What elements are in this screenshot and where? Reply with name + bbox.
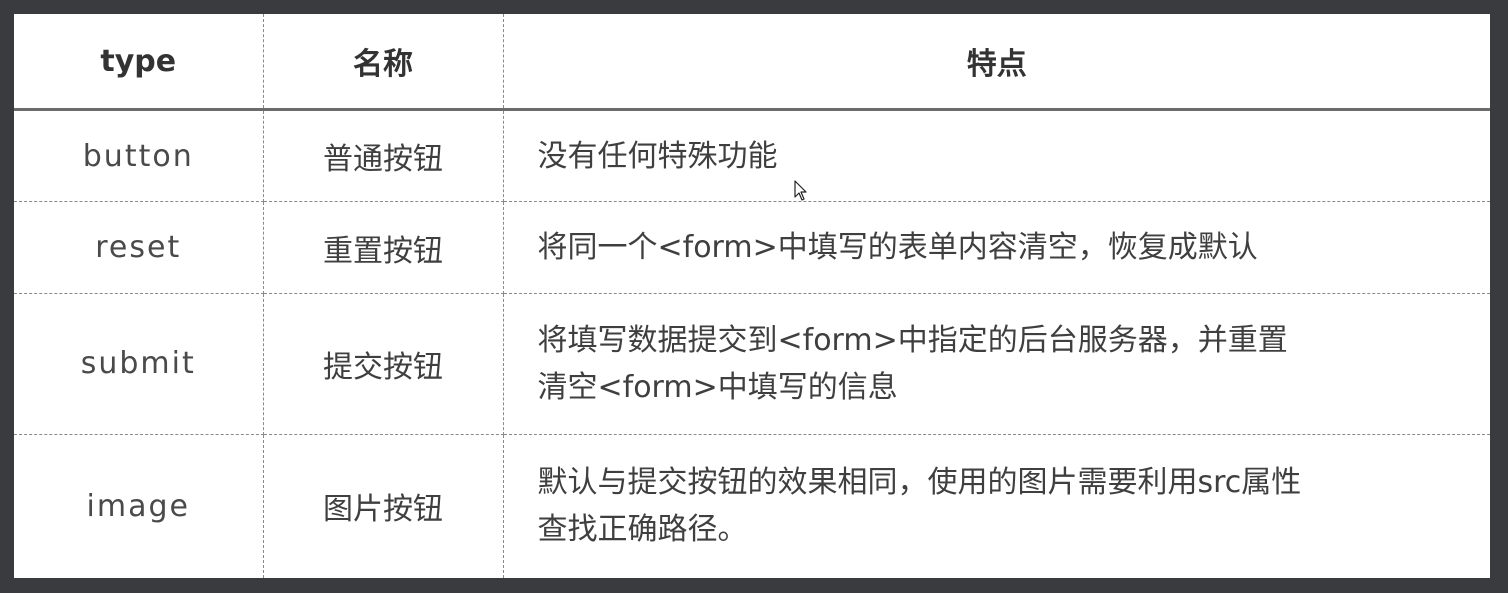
row-feature: 默认与提交按钮的效果相同，使用的图片需要利用src属性 查找正确路径。 [502, 434, 1490, 578]
row-feature: 将同一个<form>中填写的表单内容清空，恢复成默认 [502, 201, 1490, 294]
row-type: submit [14, 293, 264, 435]
feature-line: 没有任何特殊功能 [537, 138, 778, 174]
row-type: image [14, 434, 264, 578]
feature-line: 清空<form>中填写的信息 [537, 369, 898, 405]
row-type: reset [14, 201, 264, 294]
header-name: 名称 [262, 14, 504, 111]
row-name: 重置按钮 [262, 201, 504, 294]
table-row: button 普通按钮 没有任何特殊功能 [14, 109, 1490, 203]
feature-line: 将同一个<form>中填写的表单内容清空，恢复成默认 [537, 230, 1258, 266]
table-row: image 图片按钮 默认与提交按钮的效果相同，使用的图片需要利用src属性 查… [14, 434, 1490, 578]
header-feature: 特点 [502, 14, 1490, 111]
row-feature: 没有任何特殊功能 [502, 109, 1490, 203]
mouse-pointer-icon [794, 180, 807, 201]
row-name: 普通按钮 [262, 109, 504, 203]
feature-line: 默认与提交按钮的效果相同，使用的图片需要利用src属性 [537, 465, 1302, 501]
row-type: button [14, 109, 264, 203]
table-row: reset 重置按钮 将同一个<form>中填写的表单内容清空，恢复成默认 [14, 201, 1490, 294]
row-name: 图片按钮 [262, 434, 504, 578]
slide-table-container: type 名称 特点 button 普通按钮 没有任何特殊功能 reset 重置… [14, 14, 1490, 578]
input-button-types-table: type 名称 特点 button 普通按钮 没有任何特殊功能 reset 重置… [14, 14, 1490, 578]
feature-line: 查找正确路径。 [537, 512, 748, 548]
table-header-row: type 名称 特点 [14, 14, 1490, 111]
table-row: submit 提交按钮 将填写数据提交到<form>中指定的后台服务器，并重置 … [14, 293, 1490, 435]
row-feature: 将填写数据提交到<form>中指定的后台服务器，并重置 清空<form>中填写的… [502, 293, 1490, 435]
header-type: type [14, 14, 264, 111]
feature-line: 将填写数据提交到<form>中指定的后台服务器，并重置 [537, 322, 1288, 358]
row-name: 提交按钮 [262, 293, 504, 435]
